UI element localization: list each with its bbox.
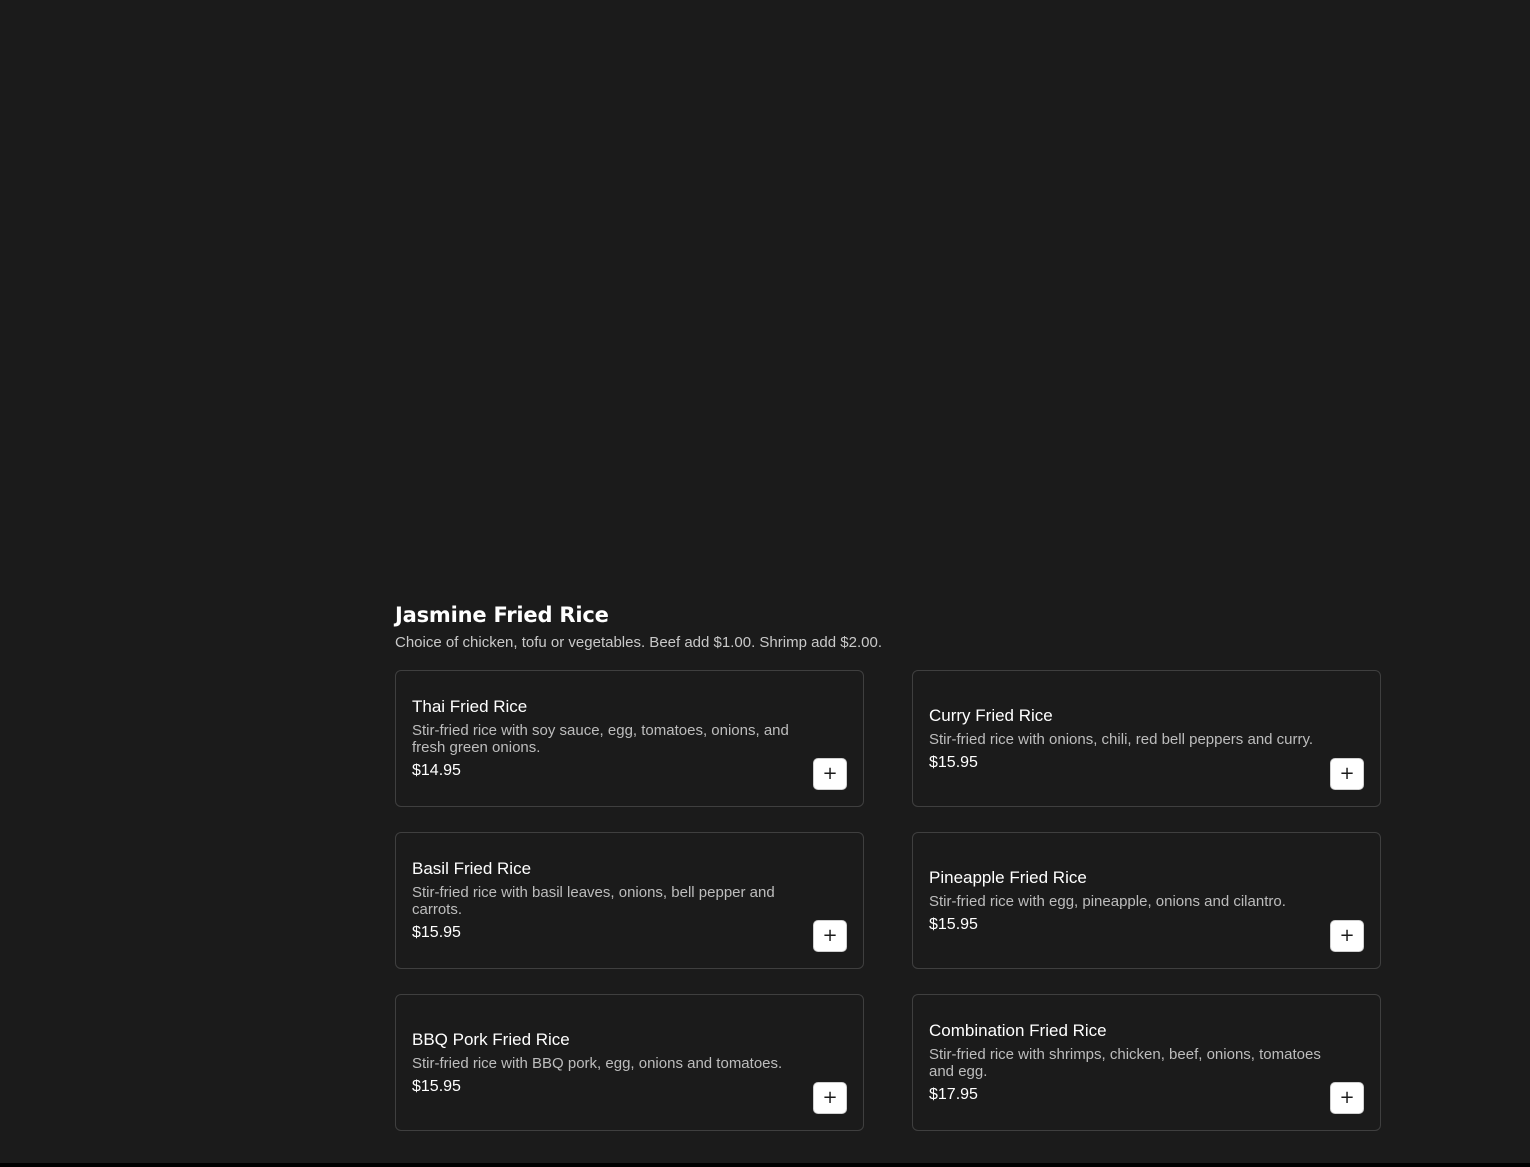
menu-item-body: Curry Fried Rice Stir-fried rice with on…: [929, 705, 1364, 773]
section-description: Choice of chicken, tofu or vegetables. B…: [395, 634, 882, 651]
menu-item-name: Basil Fried Rice: [412, 859, 532, 878]
menu-item-name: Thai Fried Rice: [412, 697, 528, 716]
menu-item-card[interactable]: Combination Fried Rice Stir-fried rice w…: [912, 994, 1381, 1131]
menu-item-card[interactable]: Curry Fried Rice Stir-fried rice with on…: [912, 670, 1381, 807]
menu-item-body: Pineapple Fried Rice Stir-fried rice wit…: [929, 867, 1364, 935]
menu-item-name: BBQ Pork Fried Rice: [412, 1029, 570, 1049]
menu-item-price: $14.95: [412, 762, 461, 779]
menu-item-name: Combination Fried Rice: [929, 1021, 1107, 1040]
menu-item-body: Thai Fried Rice Stir-fried rice with soy…: [412, 696, 847, 781]
menu-item-price: $15.95: [929, 915, 978, 933]
menu-item-name: Curry Fried Rice: [929, 705, 1053, 725]
menu-item-card[interactable]: Thai Fried Rice Stir-fried rice with soy…: [395, 670, 864, 807]
menu-item-body: Combination Fried Rice Stir-fried rice w…: [929, 1020, 1364, 1105]
menu-item-price: $17.95: [929, 1086, 978, 1103]
add-to-cart-button[interactable]: +: [1330, 920, 1364, 952]
menu-item-description: Stir-fried rice with shrimps, chicken, b…: [929, 1046, 1321, 1080]
add-to-cart-button[interactable]: +: [813, 758, 847, 790]
add-to-cart-button[interactable]: +: [1330, 1082, 1364, 1114]
bottom-divider: [0, 1163, 1530, 1167]
section-title: Jasmine Fried Rice: [395, 603, 609, 627]
menu-item-price: $15.95: [412, 1077, 461, 1095]
menu-item-card[interactable]: BBQ Pork Fried Rice Stir-fried rice with…: [395, 994, 864, 1131]
menu-section-jasmine-fried-rice: Jasmine Fried Rice Choice of chicken, to…: [395, 600, 1381, 1131]
menu-item-price: $15.95: [412, 924, 461, 941]
menu-item-description: Stir-fried rice with egg, pineapple, oni…: [929, 892, 1286, 910]
menu-item-description: Stir-fried rice with BBQ pork, egg, onio…: [412, 1054, 783, 1072]
menu-item-card[interactable]: Basil Fried Rice Stir-fried rice with ba…: [395, 832, 864, 969]
menu-item-price: $15.95: [929, 753, 978, 771]
menu-item-description: Stir-fried rice with basil leaves, onion…: [412, 884, 775, 918]
menu-item-name: Pineapple Fried Rice: [929, 867, 1087, 887]
add-to-cart-button[interactable]: +: [813, 920, 847, 952]
menu-item-body: BBQ Pork Fried Rice Stir-fried rice with…: [412, 1029, 847, 1097]
menu-item-body: Basil Fried Rice Stir-fried rice with ba…: [412, 858, 847, 943]
menu-items-grid: Thai Fried Rice Stir-fried rice with soy…: [395, 670, 1381, 1131]
menu-item-description: Stir-fried rice with soy sauce, egg, tom…: [412, 722, 789, 756]
add-to-cart-button[interactable]: +: [1330, 758, 1364, 790]
menu-item-description: Stir-fried rice with onions, chili, red …: [929, 730, 1314, 748]
menu-item-card[interactable]: Pineapple Fried Rice Stir-fried rice wit…: [912, 832, 1381, 969]
add-to-cart-button[interactable]: +: [813, 1082, 847, 1114]
